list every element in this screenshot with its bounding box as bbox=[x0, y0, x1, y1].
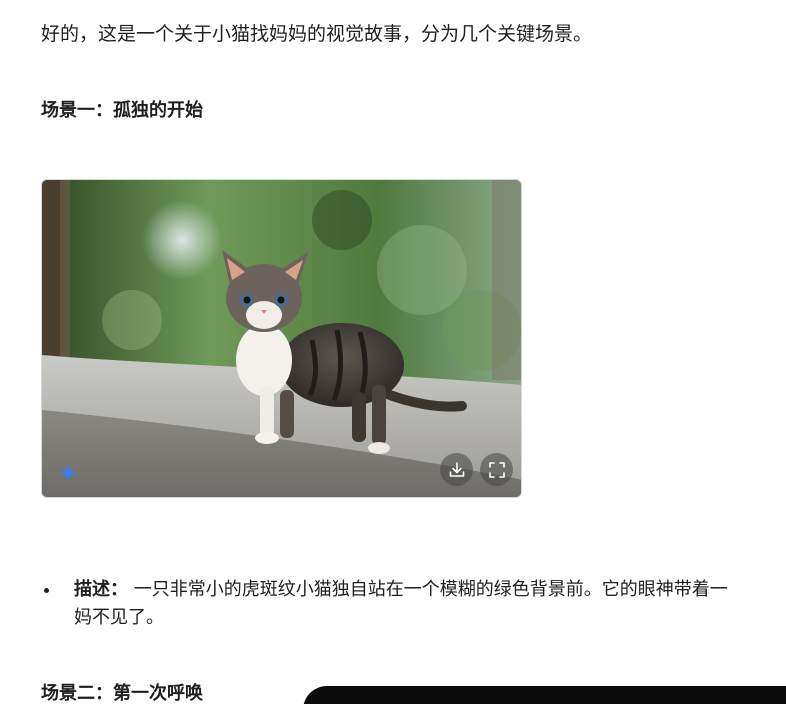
bullet-text-continued: 妈不见了。 bbox=[74, 607, 164, 628]
bullet-dot bbox=[44, 588, 49, 593]
generated-image[interactable] bbox=[41, 179, 522, 498]
scene-heading: 场景二：第一次呼唤 bbox=[41, 683, 203, 704]
intro-text: 好的，这是一个关于小猫找妈妈的视觉故事，分为几个关键场景。 bbox=[41, 23, 593, 45]
scene-heading: 场景一：孤独的开始 bbox=[41, 100, 203, 121]
input-bar[interactable] bbox=[303, 686, 786, 704]
fullscreen-button[interactable] bbox=[480, 453, 513, 486]
sparkle-icon bbox=[59, 464, 77, 482]
bullet-label: 描述： bbox=[74, 579, 128, 600]
kitten-image bbox=[42, 180, 521, 497]
download-icon bbox=[449, 461, 464, 477]
list-item: 描述： 一只非常小的虎斑纹小猫独自站在一个模糊的绿色背景前。它的眼神带着一 妈不… bbox=[44, 576, 786, 632]
bullet-line: 描述： 一只非常小的虎斑纹小猫独自站在一个模糊的绿色背景前。它的眼神带着一 bbox=[57, 576, 786, 604]
download-button[interactable] bbox=[440, 453, 473, 486]
bullet-text: 一只非常小的虎斑纹小猫独自站在一个模糊的绿色背景前。它的眼神带着一 bbox=[128, 579, 728, 600]
chat-response: 好的，这是一个关于小猫找妈妈的视觉故事，分为几个关键场景。 场景一：孤独的开始 bbox=[0, 0, 786, 704]
fullscreen-icon bbox=[488, 461, 505, 478]
